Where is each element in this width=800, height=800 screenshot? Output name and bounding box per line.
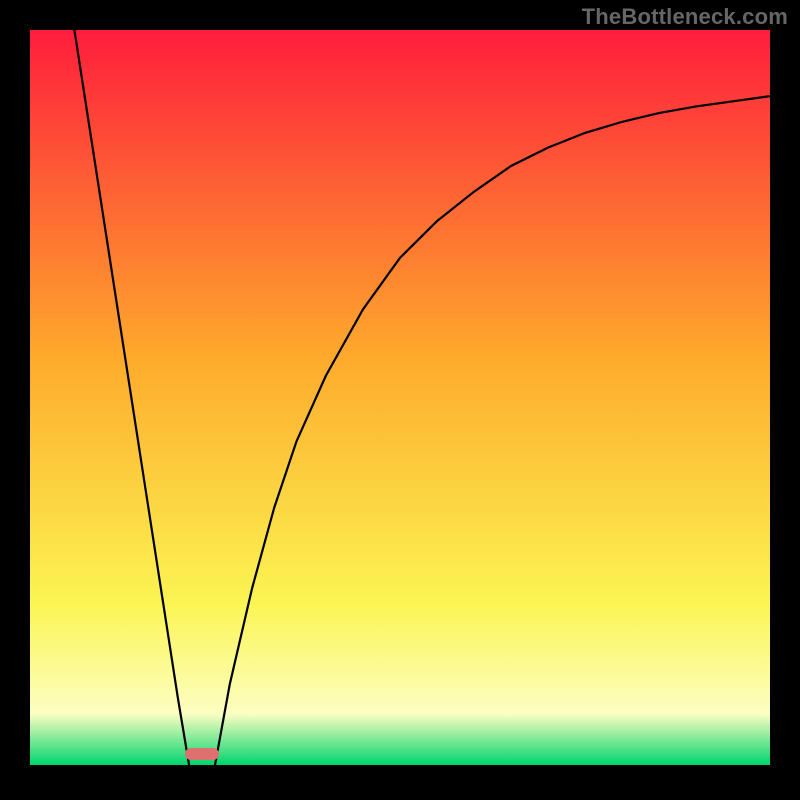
minimum-marker: [185, 748, 219, 760]
plot-area: [30, 30, 770, 765]
chart-frame: TheBottleneck.com: [0, 0, 800, 800]
watermark-text: TheBottleneck.com: [582, 4, 788, 30]
plot-svg: [30, 30, 770, 765]
gradient-background: [30, 30, 770, 765]
